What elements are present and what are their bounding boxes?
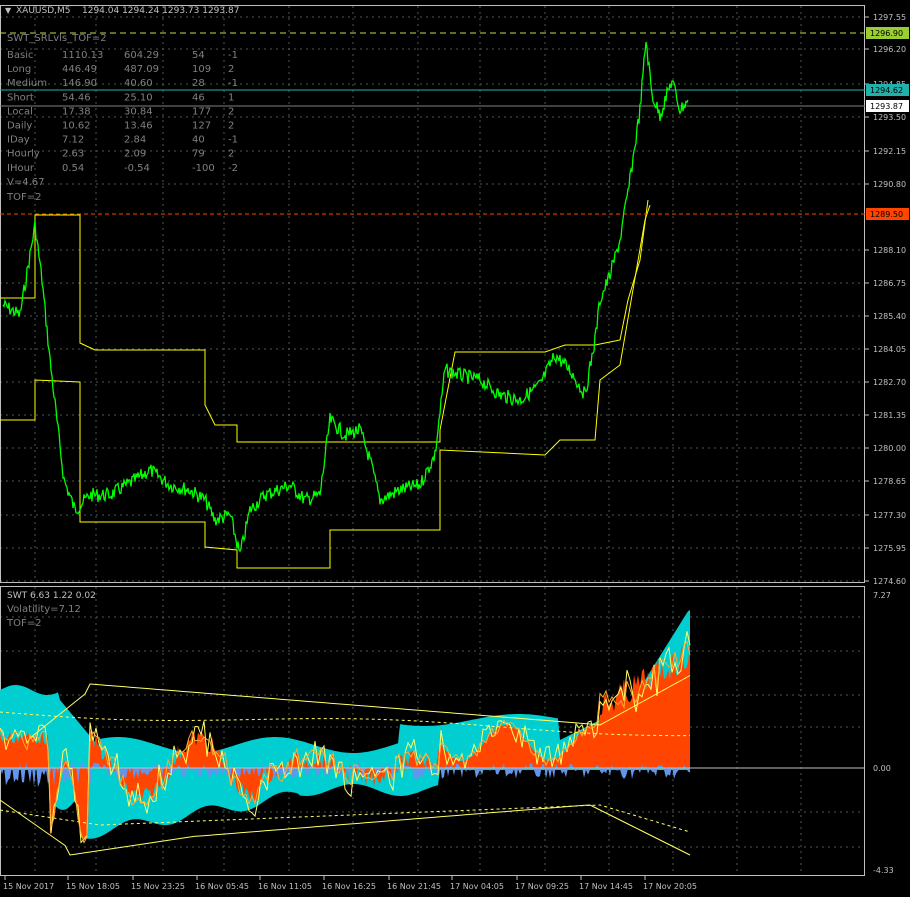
- indicator-row-cell: Local: [7, 106, 33, 117]
- indicator-row-cell: IHour: [7, 163, 35, 174]
- indicator-row-cell: -1: [228, 50, 238, 61]
- time-tick: 15 Nov 23:25: [131, 882, 185, 891]
- indicator-row-cell: -2: [228, 163, 238, 174]
- indicator-row-cell: 1110.13: [62, 50, 103, 61]
- indicator-row-cell: 127: [192, 121, 211, 132]
- time-tick: 16 Nov 16:25: [322, 882, 376, 891]
- price-tick: 1278.65: [873, 477, 906, 486]
- time-tick: 17 Nov 20:05: [643, 882, 697, 891]
- time-tick: 15 Nov 18:05: [66, 882, 120, 891]
- tof-value: TOF=2: [6, 192, 41, 203]
- ohlc-values: 1294.04 1294.24 1293.73 1293.87: [82, 6, 239, 16]
- price-line: [2, 41, 689, 553]
- oscillator-volatility: Volatility=7.12: [7, 604, 81, 615]
- time-tick: 15 Nov 2017: [3, 882, 54, 891]
- price-tick: 1288.10: [873, 246, 906, 255]
- symbol-label: XAUUSD,M5: [16, 6, 71, 16]
- price-tick: 1277.30: [873, 511, 906, 520]
- sr-level-lines: [0, 199, 651, 569]
- indicator-row-cell: 54.46: [62, 92, 91, 103]
- time-tick: 17 Nov 04:05: [450, 882, 504, 891]
- indicator-row-cell: 604.29: [124, 50, 159, 61]
- osc-axis-zero: 0.00: [873, 764, 891, 773]
- indicator-row-cell: 2: [228, 64, 234, 75]
- time-tick: 17 Nov 09:25: [515, 882, 569, 891]
- price-tag-label: 1289.50: [870, 210, 903, 219]
- indicator-row-cell: 446.49: [62, 64, 97, 75]
- indicator-row-cell: 2.84: [124, 135, 146, 146]
- price-tick: 1275.95: [873, 544, 906, 553]
- resistance-steps: [0, 199, 649, 443]
- indicator-row-cell: 54: [192, 50, 205, 61]
- oscillator-tof: TOF=2: [6, 618, 41, 629]
- price-tick: 1285.40: [873, 312, 906, 321]
- time-tick: 16 Nov 21:45: [387, 882, 441, 891]
- price-tick: 1292.15: [873, 147, 906, 156]
- chart-canvas[interactable]: ▼ XAUUSD,M5 1294.04 1294.24 1293.73 1293.8…: [0, 0, 910, 897]
- price-tick: 1296.20: [873, 45, 906, 54]
- time-tick: 17 Nov 14:45: [579, 882, 633, 891]
- indicator-row-cell: 146.90: [62, 78, 97, 89]
- price-tick: 1293.50: [873, 113, 906, 122]
- indicator-row-cell: 79: [192, 149, 205, 160]
- indicator-row-cell: Short: [7, 92, 34, 103]
- indicator-row-cell: 2: [228, 149, 234, 160]
- price-tag-label: 1296.90: [870, 29, 903, 38]
- indicator-row-cell: 109: [192, 64, 211, 75]
- price-tag-label: 1294.62: [870, 86, 903, 95]
- oscillator-window[interactable]: [0, 586, 865, 876]
- osc-axis-bottom: -4.33: [873, 866, 894, 875]
- indicator-row-cell: 40: [192, 135, 205, 146]
- indicator-row-cell: 10.62: [62, 121, 91, 132]
- indicator-row-cell: 2: [228, 121, 234, 132]
- indicator-row-cell: 2: [228, 106, 234, 117]
- indicator-row-cell: -1: [228, 135, 238, 146]
- time-tick: 16 Nov 05:45: [195, 882, 249, 891]
- indicator-row-cell: 28: [192, 78, 205, 89]
- indicator-row-cell: 13.46: [124, 121, 153, 132]
- price-tick: 1284.05: [873, 345, 906, 354]
- support-steps: [0, 204, 651, 569]
- indicator-row-cell: Long: [7, 64, 31, 75]
- indicator-row-cell: 17.38: [62, 106, 91, 117]
- indicator-row-cell: -100: [192, 163, 215, 174]
- price-tick: 1290.80: [873, 180, 906, 189]
- indicator-row-cell: 0.54: [62, 163, 84, 174]
- volatility-value: V=4.67: [7, 177, 45, 188]
- indicator-row-cell: 40.60: [124, 78, 153, 89]
- indicator-row-cell: Medium: [7, 78, 47, 89]
- osc-axis-top: 7.27: [873, 591, 891, 600]
- indicator-row-cell: 487.09: [124, 64, 159, 75]
- indicator-row-cell: IDay: [7, 135, 30, 146]
- indicator-row-cell: Basic: [7, 50, 33, 61]
- price-tick: 1286.75: [873, 279, 906, 288]
- indicator-row-cell: 2.09: [124, 149, 146, 160]
- indicator-row-cell: Daily: [7, 121, 32, 132]
- oscillator-title: SWT 6.63 1.22 0.02: [7, 591, 96, 601]
- price-tick: 1297.55: [873, 13, 906, 22]
- indicator-row-cell: -1: [228, 78, 238, 89]
- price-tick: 1282.70: [873, 378, 906, 387]
- indicator-row-cell: -0.54: [124, 163, 150, 174]
- indicator-row-cell: 177: [192, 106, 211, 117]
- time-tick: 16 Nov 11:05: [258, 882, 312, 891]
- indicator-row-cell: 2.63: [62, 149, 84, 160]
- indicator-row-cell: 1: [228, 92, 234, 103]
- price-tag-label: 1293.87: [870, 102, 903, 111]
- price-tick: 1280.00: [873, 444, 906, 453]
- indicator-row-cell: Hourly: [7, 149, 40, 160]
- symbol-dropdown-icon: ▼: [5, 6, 12, 15]
- cyan-area: [0, 610, 690, 839]
- indicator-row-cell: 30.84: [124, 106, 153, 117]
- indicator-row-cell: 25.10: [124, 92, 153, 103]
- indicator-row-cell: 7.12: [62, 135, 84, 146]
- indicator-row-cell: 46: [192, 92, 205, 103]
- indicator-title: SWT_SRLvls_TOF=2: [7, 33, 107, 44]
- price-tick: 1281.35: [873, 411, 906, 420]
- price-tick: 1274.60: [873, 577, 906, 586]
